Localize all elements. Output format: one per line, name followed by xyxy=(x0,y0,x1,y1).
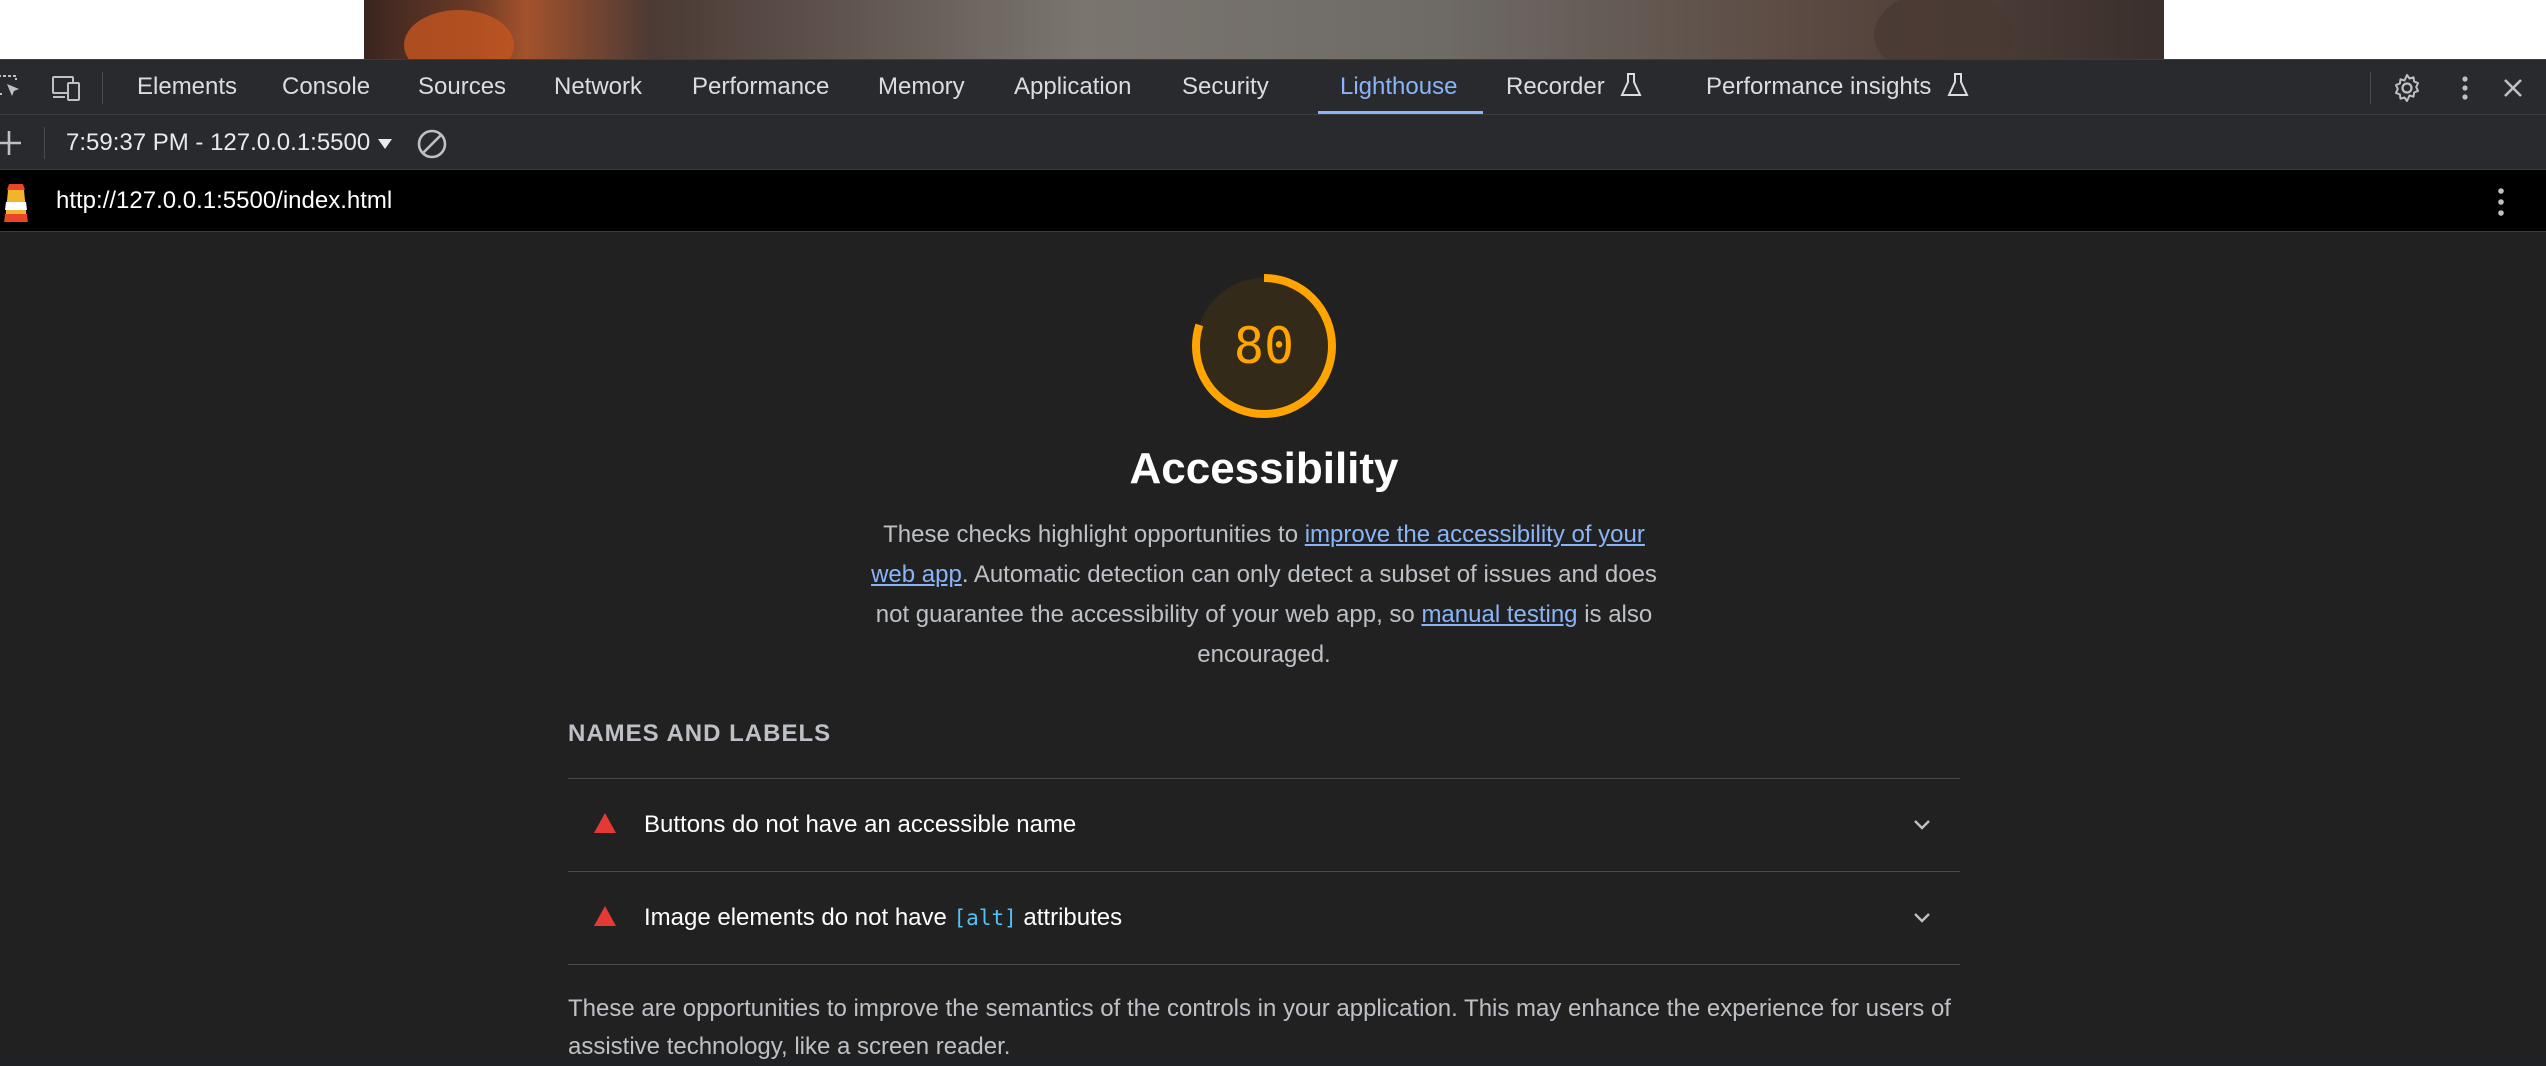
audit-list-divider xyxy=(568,964,1960,965)
devtools-tab-bar: Elements Console Sources Network Perform… xyxy=(0,59,2546,115)
audit-title: Image elements do not have [alt] attribu… xyxy=(644,872,1122,964)
report-session-select[interactable]: 7:59:37 PM - 127.0.0.1:5500 xyxy=(66,115,370,170)
score-value: 80 xyxy=(1233,317,1295,375)
tab-memory[interactable]: Memory xyxy=(878,60,965,114)
more-options-icon[interactable] xyxy=(2450,73,2480,103)
clear-reports-icon[interactable] xyxy=(415,127,449,166)
active-tab-indicator xyxy=(1318,111,1483,114)
experiment-flask-icon xyxy=(1620,73,1642,96)
tab-application[interactable]: Application xyxy=(1014,60,1131,114)
tab-console[interactable]: Console xyxy=(282,60,370,114)
tab-elements[interactable]: Elements xyxy=(137,60,237,114)
tab-lighthouse[interactable]: Lighthouse xyxy=(1340,60,1457,114)
lighthouse-toolbar: 7:59:37 PM - 127.0.0.1:5500 xyxy=(0,115,2546,170)
dropdown-arrow-icon[interactable] xyxy=(376,137,394,156)
audit-group-title: NAMES AND LABELS xyxy=(568,720,832,747)
audit-title-before: Image elements do not have xyxy=(644,904,954,931)
manual-testing-link[interactable]: manual testing xyxy=(1421,601,1577,628)
lighthouse-logo-icon xyxy=(0,180,32,229)
audit-title-after: attributes xyxy=(1016,904,1123,931)
chevron-down-icon[interactable] xyxy=(1910,906,1934,935)
tab-sources[interactable]: Sources xyxy=(418,60,506,114)
audit-title-code: [alt] xyxy=(953,906,1017,930)
tab-network[interactable]: Network xyxy=(554,60,642,114)
new-report-plus-icon[interactable] xyxy=(0,128,24,163)
tab-security[interactable]: Security xyxy=(1182,60,1269,114)
tab-recorder[interactable]: Recorder xyxy=(1506,60,1643,114)
report-url-bar: http://127.0.0.1:5500/index.html xyxy=(0,170,2546,232)
inspect-element-icon[interactable] xyxy=(0,73,26,103)
audit-group-description: These are opportunities to improve the s… xyxy=(568,995,1951,1060)
close-icon[interactable] xyxy=(2498,73,2528,103)
fail-triangle-icon xyxy=(594,813,616,833)
fail-triangle-icon xyxy=(594,906,616,926)
report-url: http://127.0.0.1:5500/index.html xyxy=(56,187,393,214)
device-toolbar-icon[interactable] xyxy=(50,73,80,103)
settings-gear-icon[interactable] xyxy=(2392,73,2422,103)
tab-recorder-label: Recorder xyxy=(1506,73,1605,100)
category-description: These checks highlight opportunities to … xyxy=(858,515,1670,675)
experiment-flask-icon xyxy=(1947,73,1969,96)
audit-item-image-alt[interactable]: Image elements do not have [alt] attribu… xyxy=(568,871,1960,963)
audit-item-button-name[interactable]: Buttons do not have an accessible name xyxy=(568,778,1960,870)
audit-title: Buttons do not have an accessible name xyxy=(644,811,1077,838)
report-menu-icon[interactable] xyxy=(2486,185,2516,224)
description-text-1: These checks highlight opportunities to xyxy=(883,521,1305,548)
category-title: Accessibility xyxy=(1129,444,1399,493)
chevron-down-icon[interactable] xyxy=(1910,813,1934,842)
tab-performance-insights[interactable]: Performance insights xyxy=(1706,60,1970,114)
lighthouse-report: 80 Accessibility These checks highlight … xyxy=(0,232,2546,1060)
tab-performance-insights-label: Performance insights xyxy=(1706,73,1932,100)
inspected-page-image xyxy=(364,0,2164,59)
tab-performance[interactable]: Performance xyxy=(692,60,829,114)
